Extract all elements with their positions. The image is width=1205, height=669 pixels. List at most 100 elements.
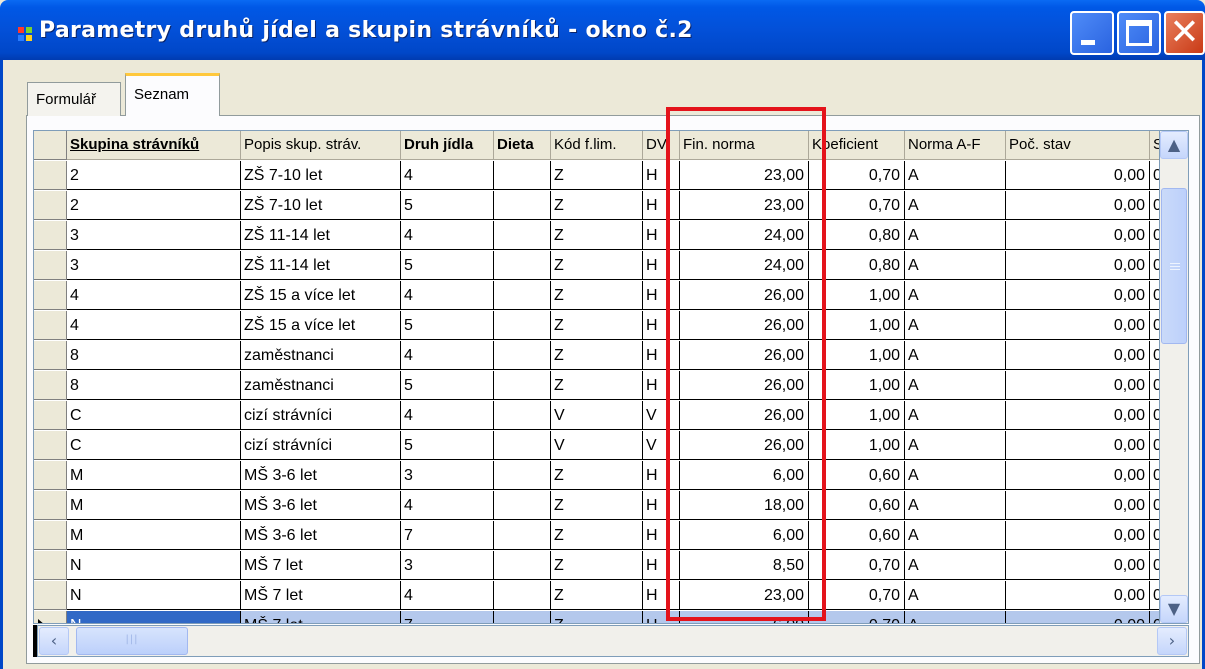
cell-norma-af[interactable]: A [905, 281, 1006, 310]
cell-dieta[interactable] [494, 461, 551, 490]
horizontal-scrollbar[interactable]: ‹ ||| › [37, 625, 1189, 657]
cell-poc-stav[interactable]: 0,00 [1006, 251, 1150, 280]
cell-norma-af[interactable]: A [905, 611, 1006, 623]
cell-druh-jidla[interactable]: 7 [401, 521, 494, 550]
cell-popis[interactable]: MŠ 3-6 let [241, 491, 401, 520]
cell-norma-af[interactable]: A [905, 311, 1006, 340]
cell-koeficient[interactable]: 0,60 [809, 461, 905, 490]
cell-dieta[interactable] [494, 581, 551, 610]
cell-koeficient[interactable]: 0,70 [809, 581, 905, 610]
cell-koeficient[interactable]: 1,00 [809, 371, 905, 400]
cell-skupina[interactable]: M [67, 491, 241, 520]
table-row[interactable]: 8zaměstnanci4ZH26,001,00A0,000 [34, 341, 1159, 370]
cell-popis[interactable]: cizí strávníci [241, 401, 401, 430]
cell-kod-flim[interactable]: Z [551, 611, 643, 623]
cell-popis[interactable]: ZŠ 7-10 let [241, 161, 401, 190]
row-indicator[interactable] [34, 371, 67, 400]
cell-skupina[interactable]: 8 [67, 341, 241, 370]
cell-poc-stav[interactable]: 0,00 [1006, 161, 1150, 190]
cell-popis[interactable]: MŠ 3-6 let [241, 521, 401, 550]
table-row[interactable]: 3ZŠ 11-14 let4ZH24,000,80A0,000 [34, 221, 1159, 250]
scroll-left-button[interactable]: ‹ [39, 627, 69, 655]
row-indicator[interactable] [34, 251, 67, 280]
cell-poc-stav[interactable]: 0,00 [1006, 551, 1150, 580]
cell-fin-norma[interactable]: 24,00 [680, 221, 809, 250]
row-indicator[interactable] [34, 551, 67, 580]
cell-poc-stav[interactable]: 0,00 [1006, 431, 1150, 460]
cell-poc-stav[interactable]: 0,00 [1006, 521, 1150, 550]
cell-skupina[interactable]: C [67, 401, 241, 430]
cell-fin-norma[interactable]: 26,00 [680, 281, 809, 310]
cell-dieta[interactable] [494, 341, 551, 370]
cell-norma-af[interactable]: A [905, 191, 1006, 220]
cell-kod-flim[interactable]: Z [551, 281, 643, 310]
cell-kod-flim[interactable]: Z [551, 161, 643, 190]
cell-kod-flim[interactable]: Z [551, 491, 643, 520]
cell-kod-flim[interactable]: Z [551, 551, 643, 580]
cell-dieta[interactable] [494, 221, 551, 250]
cell-norma-af[interactable]: A [905, 431, 1006, 460]
cell-druh-jidla[interactable]: 5 [401, 251, 494, 280]
cell-skupina[interactable]: 3 [67, 221, 241, 250]
cell-fin-norma[interactable]: 6,00 [680, 521, 809, 550]
cell-koeficient[interactable]: 0,60 [809, 521, 905, 550]
cell-skupina[interactable]: 8 [67, 371, 241, 400]
table-row[interactable]: NMŠ 7 let4ZH23,000,70A0,000 [34, 581, 1159, 610]
cell-kod-flim[interactable]: Z [551, 311, 643, 340]
cell-kod-flim[interactable]: Z [551, 371, 643, 400]
cell-kod-flim[interactable]: Z [551, 341, 643, 370]
cell-dieta[interactable] [494, 611, 551, 623]
cell-norma-af[interactable]: A [905, 461, 1006, 490]
cell-popis[interactable]: ZŠ 7-10 let [241, 191, 401, 220]
cell-dv[interactable]: V [643, 431, 680, 460]
cell-dieta[interactable] [494, 521, 551, 550]
cell-poc-stav[interactable]: 0,00 [1006, 461, 1150, 490]
row-indicator[interactable] [34, 221, 67, 250]
table-row[interactable]: Ccizí strávníci4VV26,001,00A0,000 [34, 401, 1159, 430]
cell-fin-norma[interactable]: 24,00 [680, 251, 809, 280]
table-row[interactable]: NMŠ 7 let7ZH6,000,70A0,000 [34, 611, 1159, 623]
table-row[interactable]: 2ZŠ 7-10 let4ZH23,000,70A0,000 [34, 161, 1159, 190]
cell-koeficient[interactable]: 1,00 [809, 401, 905, 430]
cell-dieta[interactable] [494, 191, 551, 220]
cell-dv[interactable]: H [643, 611, 680, 623]
header-col-dieta[interactable]: Dieta [494, 131, 551, 160]
cell-dieta[interactable] [494, 401, 551, 430]
cell-norma-af[interactable]: A [905, 521, 1006, 550]
cell-skupina[interactable]: 2 [67, 191, 241, 220]
cell-dieta[interactable] [494, 371, 551, 400]
cell-fin-norma[interactable]: 23,00 [680, 161, 809, 190]
tab-seznam[interactable]: Seznam [125, 73, 220, 116]
cell-norma-af[interactable]: A [905, 161, 1006, 190]
cell-norma-af[interactable]: A [905, 581, 1006, 610]
cell-popis[interactable]: zaměstnanci [241, 371, 401, 400]
cell-dieta[interactable] [494, 161, 551, 190]
cell-koeficient[interactable]: 0,70 [809, 551, 905, 580]
cell-kod-flim[interactable]: V [551, 431, 643, 460]
cell-fin-norma[interactable]: 26,00 [680, 431, 809, 460]
table-row[interactable]: 3ZŠ 11-14 let5ZH24,000,80A0,000 [34, 251, 1159, 280]
cell-popis[interactable]: zaměstnanci [241, 341, 401, 370]
cell-koeficient[interactable]: 1,00 [809, 341, 905, 370]
cell-koeficient[interactable]: 1,00 [809, 431, 905, 460]
cell-skupina[interactable]: N [67, 581, 241, 610]
cell-popis[interactable]: ZŠ 15 a více let [241, 281, 401, 310]
cell-kod-flim[interactable]: Z [551, 251, 643, 280]
cell-dv[interactable]: H [643, 341, 680, 370]
cell-fin-norma[interactable]: 23,00 [680, 581, 809, 610]
horizontal-scroll-thumb[interactable]: ||| [76, 627, 188, 655]
vertical-scroll-thumb[interactable] [1161, 188, 1187, 344]
cell-skupina[interactable]: M [67, 521, 241, 550]
cell-norma-af[interactable]: A [905, 371, 1006, 400]
row-indicator[interactable] [34, 461, 67, 490]
cell-dv[interactable]: H [643, 161, 680, 190]
cell-popis[interactable]: MŠ 7 let [241, 581, 401, 610]
cell-norma-af[interactable]: A [905, 551, 1006, 580]
row-indicator[interactable] [34, 161, 67, 190]
cell-dv[interactable]: H [643, 311, 680, 340]
close-button[interactable]: ✕ [1164, 11, 1205, 55]
cell-dv[interactable]: H [643, 371, 680, 400]
cell-fin-norma[interactable]: 8,50 [680, 551, 809, 580]
row-indicator[interactable] [34, 311, 67, 340]
cell-dieta[interactable] [494, 431, 551, 460]
